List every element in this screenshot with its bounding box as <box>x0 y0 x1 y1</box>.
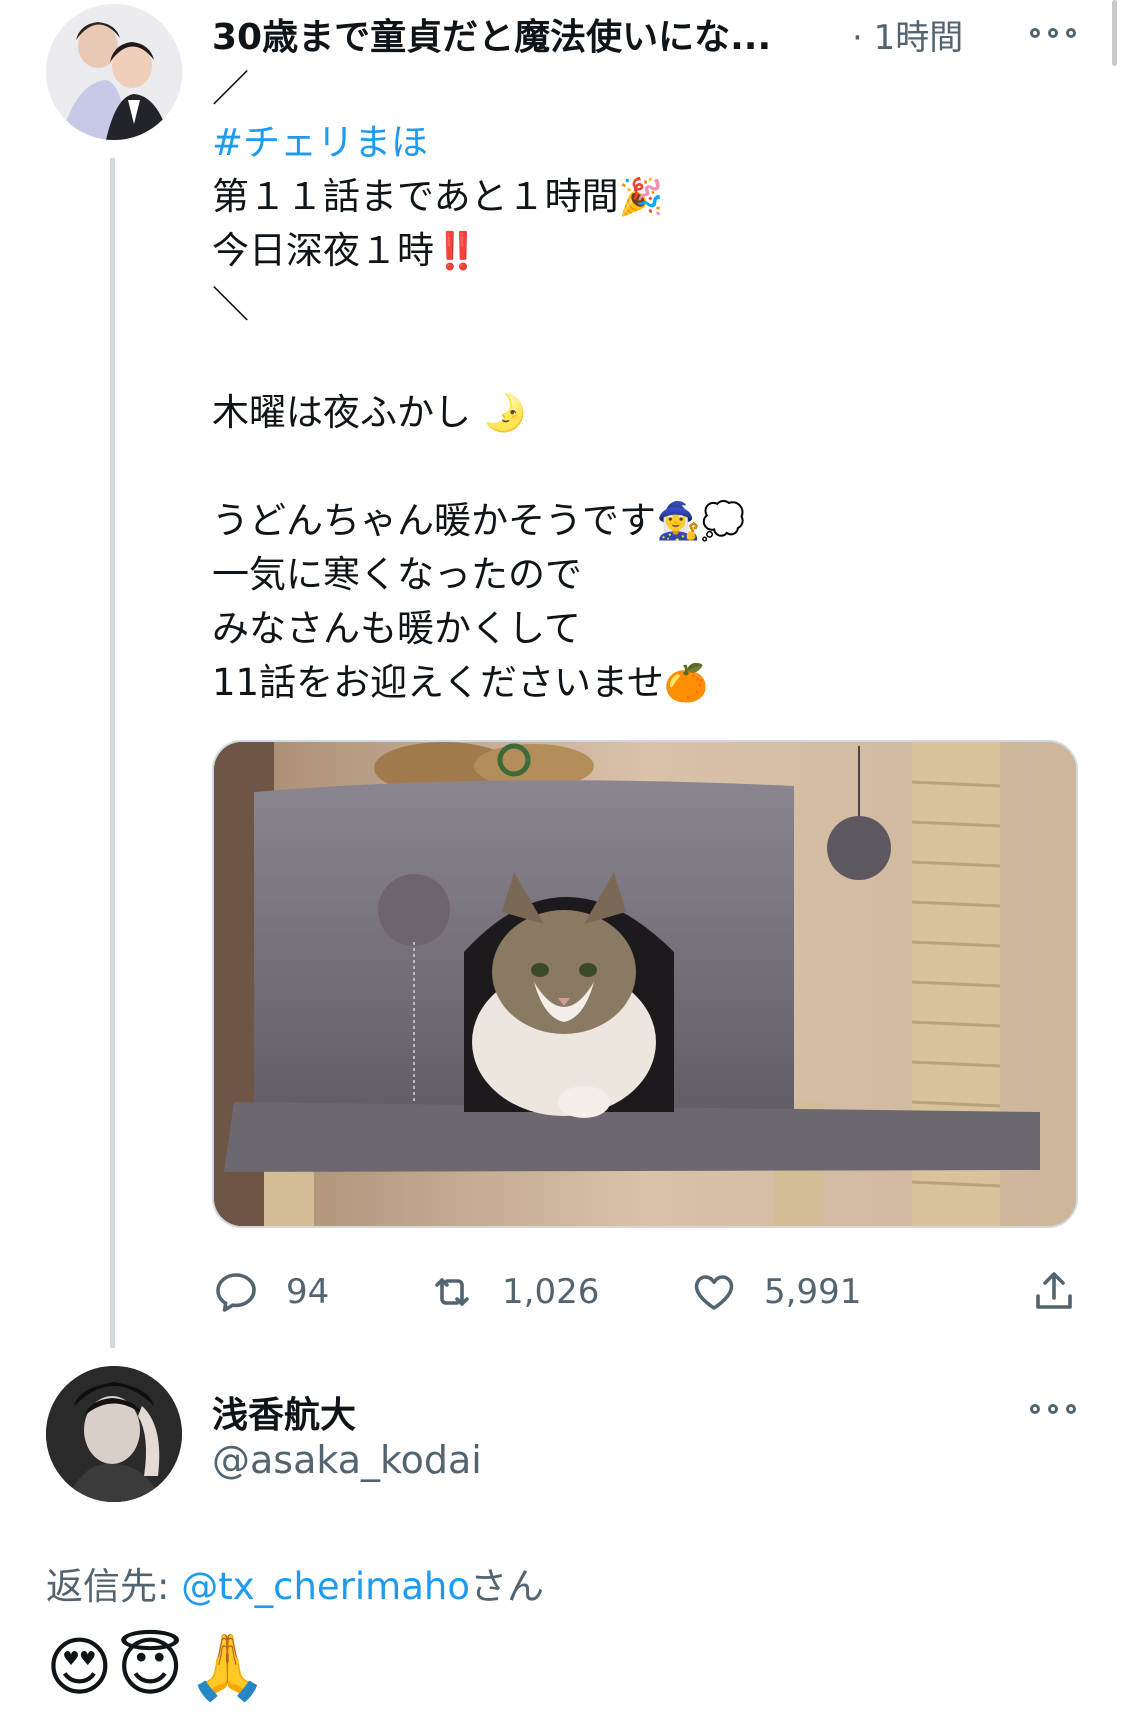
reply-count: 94 <box>286 1272 330 1312</box>
retweet-button[interactable]: 1,026 <box>428 1262 599 1322</box>
avatar-image <box>46 4 182 140</box>
thread-line <box>110 158 115 1348</box>
retweet-icon <box>435 1278 469 1306</box>
text-line: 一気に寒くなったので <box>212 553 582 596</box>
heart-icon <box>694 1275 734 1310</box>
tangerine-emoji: 🍊 <box>663 663 709 704</box>
display-name[interactable]: 30歳まで童貞だと魔法使いにな... <box>212 8 771 60</box>
retweet-count: 1,026 <box>502 1272 600 1312</box>
reply-to-line: 返信先: @tx_cherimahoさん <box>46 1565 544 1608</box>
share-button[interactable] <box>1030 1262 1104 1322</box>
mention-link[interactable]: @tx_cherimaho <box>181 1565 470 1608</box>
share-icon <box>1036 1272 1072 1309</box>
reply-button[interactable]: 94 <box>212 1262 329 1322</box>
like-button[interactable]: 5,991 <box>690 1262 861 1322</box>
text-line: 今日深夜１時‼️ <box>212 229 479 272</box>
avatar[interactable] <box>46 1366 182 1502</box>
text-line: 11話をお迎えくださいませ🍊 <box>212 661 709 704</box>
timestamp[interactable]: · 1時間 <box>852 10 963 59</box>
party-popper-emoji: 🎉 <box>618 177 664 218</box>
avatar[interactable] <box>46 4 182 140</box>
display-name[interactable]: 浅香航大 <box>212 1386 356 1438</box>
crescent-moon-emoji: 🌛 <box>482 393 528 434</box>
reply-text: 😍😇🙏 <box>46 1631 272 1705</box>
text-line: 木曜は夜ふかし 🌛 <box>212 391 528 434</box>
text-line: ／ <box>212 67 249 110</box>
text-line: ＼ <box>212 283 249 326</box>
tweet-header: 30歳まで童貞だと魔法使いにな... · 1時間 <box>212 0 1112 66</box>
double-exclamation-emoji: ‼️ <box>434 231 479 272</box>
tweet-photo[interactable] <box>212 740 1078 1228</box>
user-handle[interactable]: @asaka_kodai <box>212 1438 482 1482</box>
tweet[interactable]: 30歳まで童貞だと魔法使いにな... · 1時間 ／ #チェリまほ 第１１話まで… <box>0 0 1125 1360</box>
tweet-actions: 94 1,026 5,991 <box>212 1262 1092 1322</box>
mage-thought-emoji: 🧙‍♀️💭 <box>656 501 746 542</box>
reply-icon <box>216 1273 256 1312</box>
like-count: 5,991 <box>764 1272 862 1312</box>
text-line: うどんちゃん暖かそうです🧙‍♀️💭 <box>212 499 746 542</box>
tweet-text: ／ #チェリまほ 第１１話まであと１時間🎉 今日深夜１時‼️ ＼ 木曜は夜ふかし… <box>212 62 1072 710</box>
avatar-image <box>46 1366 182 1502</box>
text-line: 第１１話まであと１時間🎉 <box>212 175 664 218</box>
text-line: みなさんも暖かくして <box>212 607 581 650</box>
more-icon[interactable] <box>1030 28 1078 42</box>
more-icon[interactable] <box>1030 1404 1078 1418</box>
cat-in-cat-tree-image <box>214 742 1076 1226</box>
hashtag-link[interactable]: #チェリまほ <box>212 116 1072 170</box>
